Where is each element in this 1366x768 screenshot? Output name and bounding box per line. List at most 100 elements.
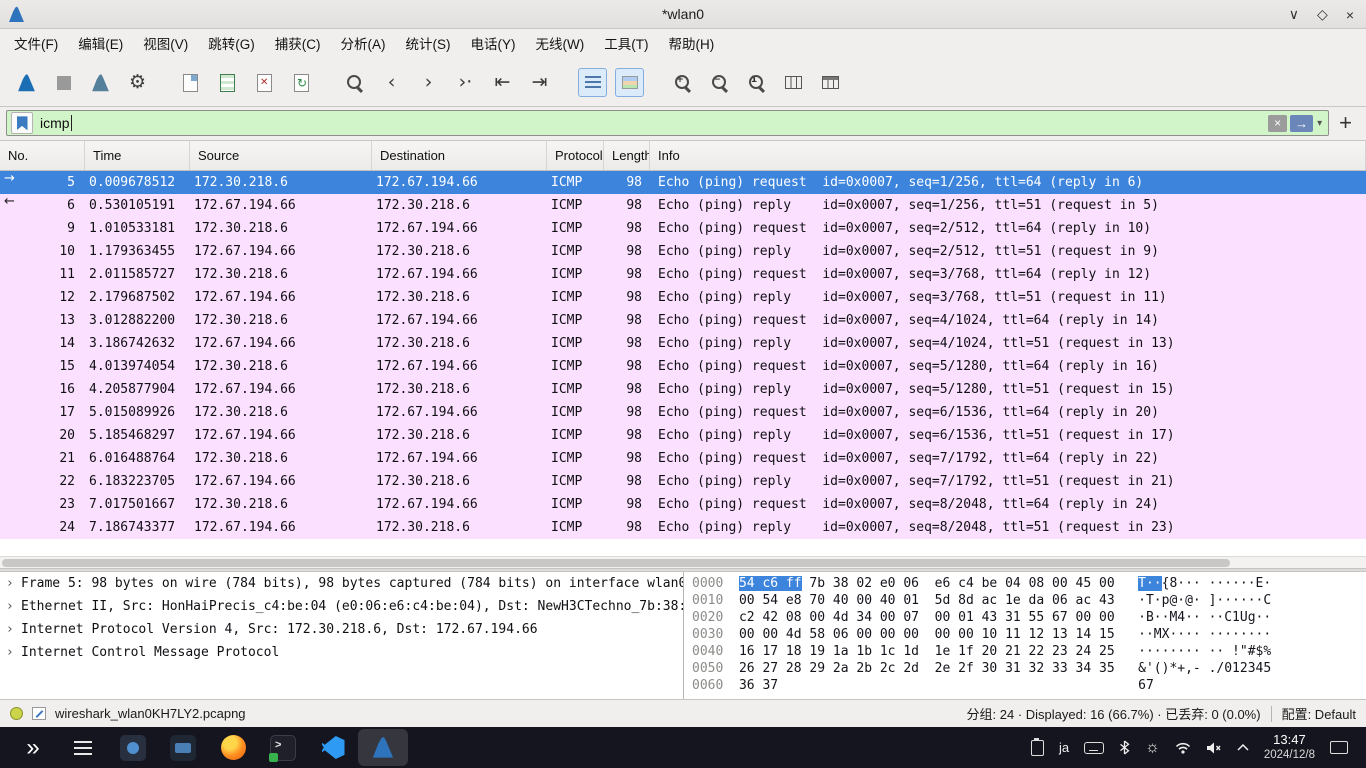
- zoom-reset-icon[interactable]: 1: [742, 68, 771, 97]
- scrollbar-thumb[interactable]: [2, 559, 1230, 567]
- close-button[interactable]: ×: [1346, 7, 1354, 23]
- detail-line[interactable]: ›Ethernet II, Src: HonHaiPrecis_c4:be:04…: [0, 599, 683, 622]
- packet-row[interactable]: 247.186743377172.67.194.66172.30.218.6IC…: [0, 516, 1366, 539]
- packet-row[interactable]: 133.012882200172.30.218.6172.67.194.66IC…: [0, 309, 1366, 332]
- packet-row[interactable]: 237.017501667172.30.218.6172.67.194.66IC…: [0, 493, 1366, 516]
- horizontal-scrollbar[interactable]: [0, 556, 1366, 568]
- go-back-icon[interactable]: ‹: [377, 68, 406, 97]
- wifi-icon[interactable]: [1175, 741, 1191, 754]
- resize-columns-icon[interactable]: [779, 68, 808, 97]
- zoom-out-icon[interactable]: −: [705, 68, 734, 97]
- packet-row[interactable]: 226.183223705172.67.194.66172.30.218.6IC…: [0, 470, 1366, 493]
- menu-telephony[interactable]: 电话(Y): [461, 29, 526, 60]
- start-capture-icon[interactable]: [12, 68, 41, 97]
- menu-edit[interactable]: 编辑(E): [68, 29, 133, 60]
- restart-capture-icon[interactable]: [86, 68, 115, 97]
- display-filter-input[interactable]: icmp × → ▾: [6, 110, 1329, 136]
- packet-row[interactable]: 205.185468297172.67.194.66172.30.218.6IC…: [0, 424, 1366, 447]
- filter-clear-icon[interactable]: ×: [1268, 115, 1287, 132]
- brightness-icon[interactable]: [1145, 739, 1160, 757]
- menu-analyze[interactable]: 分析(A): [331, 29, 396, 60]
- menu-wireless[interactable]: 无线(W): [526, 29, 595, 60]
- file-manager-button[interactable]: [158, 729, 208, 766]
- display-settings-icon[interactable]: [1330, 741, 1348, 754]
- hex-row[interactable]: 0040 16 17 18 19 1a 1b 1c 1d 1e 1f 20 21…: [692, 643, 1366, 660]
- packet-row[interactable]: 154.013974054172.30.218.6172.67.194.66IC…: [0, 355, 1366, 378]
- column-header-no[interactable]: No.: [0, 141, 85, 170]
- detail-line[interactable]: ›Internet Control Message Protocol: [0, 645, 683, 668]
- column-header-protocol[interactable]: Protocol: [547, 141, 604, 170]
- column-header-length[interactable]: Length: [604, 141, 650, 170]
- filter-dropdown-icon[interactable]: ▾: [1317, 118, 1322, 129]
- menu-go[interactable]: 跳转(G): [198, 29, 265, 60]
- close-file-icon[interactable]: [250, 68, 279, 97]
- save-file-icon[interactable]: [213, 68, 242, 97]
- window-list-button[interactable]: [58, 729, 108, 766]
- clipboard-tray-icon[interactable]: [1031, 740, 1044, 756]
- expand-arrow-icon[interactable]: ›: [4, 645, 16, 660]
- capture-comment-icon[interactable]: [32, 707, 46, 720]
- expand-arrow-icon[interactable]: ›: [4, 599, 16, 614]
- packet-row[interactable]: 216.016488764172.30.218.6172.67.194.66IC…: [0, 447, 1366, 470]
- hex-row[interactable]: 0030 00 00 4d 58 06 00 00 00 00 00 10 11…: [692, 626, 1366, 643]
- go-to-packet-icon[interactable]: ›·: [451, 68, 480, 97]
- column-header-destination[interactable]: Destination: [372, 141, 547, 170]
- filter-add-button[interactable]: +: [1339, 110, 1352, 136]
- hex-row[interactable]: 0050 26 27 28 29 2a 2b 2c 2d 2e 2f 30 31…: [692, 660, 1366, 677]
- packet-row[interactable]: 6←0.530105191172.67.194.66172.30.218.6IC…: [0, 194, 1366, 217]
- software-center-button[interactable]: [108, 729, 158, 766]
- column-header-source[interactable]: Source: [190, 141, 372, 170]
- bluetooth-icon[interactable]: [1119, 740, 1130, 755]
- packet-row[interactable]: 5→0.009678512172.30.218.6172.67.194.66IC…: [0, 171, 1366, 194]
- packet-row[interactable]: 122.179687502172.67.194.66172.30.218.6IC…: [0, 286, 1366, 309]
- wireshark-taskbar-button[interactable]: [358, 729, 408, 766]
- packet-row[interactable]: 164.205877904172.67.194.66172.30.218.6IC…: [0, 378, 1366, 401]
- filter-bookmark-icon[interactable]: [11, 112, 33, 134]
- volume-muted-icon[interactable]: [1206, 741, 1222, 755]
- colorize-icon[interactable]: [615, 68, 644, 97]
- expand-arrow-icon[interactable]: ›: [4, 622, 16, 637]
- filter-apply-icon[interactable]: →: [1290, 115, 1313, 132]
- packet-row[interactable]: 91.010533181172.30.218.6172.67.194.66ICM…: [0, 217, 1366, 240]
- hex-row[interactable]: 0020 c2 42 08 00 4d 34 00 07 00 01 43 31…: [692, 609, 1366, 626]
- packet-row[interactable]: 143.186742632172.67.194.66172.30.218.6IC…: [0, 332, 1366, 355]
- firefox-button[interactable]: [208, 729, 258, 766]
- capture-options-icon[interactable]: ⚙: [123, 68, 152, 97]
- packet-row[interactable]: 175.015089926172.30.218.6172.67.194.66IC…: [0, 401, 1366, 424]
- profile-label[interactable]: 配置: Default: [1282, 704, 1356, 723]
- menu-view[interactable]: 视图(V): [133, 29, 198, 60]
- zoom-in-icon[interactable]: +: [668, 68, 697, 97]
- vscode-button[interactable]: [308, 729, 358, 766]
- input-method-indicator[interactable]: ja: [1059, 740, 1069, 755]
- menu-capture[interactable]: 捕获(C): [265, 29, 331, 60]
- shade-button[interactable]: ∨: [1289, 6, 1299, 23]
- menu-tools[interactable]: 工具(T): [594, 29, 658, 60]
- open-file-icon[interactable]: [176, 68, 205, 97]
- menu-statistics[interactable]: 统计(S): [396, 29, 461, 60]
- clock[interactable]: 13:47 2024/12/8: [1264, 732, 1315, 763]
- hex-row[interactable]: 0000 54 c6 ff 7b 38 02 e0 06 e6 c4 be 04…: [692, 575, 1366, 592]
- go-forward-icon[interactable]: ›: [414, 68, 443, 97]
- detail-line[interactable]: ›Frame 5: 98 bytes on wire (784 bits), 9…: [0, 576, 683, 599]
- tray-expand-icon[interactable]: [1237, 744, 1249, 751]
- column-header-time[interactable]: Time: [85, 141, 190, 170]
- reload-file-icon[interactable]: [287, 68, 316, 97]
- menu-file[interactable]: 文件(F): [4, 29, 68, 60]
- column-header-info[interactable]: Info: [650, 141, 1366, 170]
- stop-capture-icon[interactable]: [49, 68, 78, 97]
- hex-row[interactable]: 0060 36 37 67: [692, 677, 1366, 694]
- expert-info-icon[interactable]: [10, 707, 23, 720]
- menu-help[interactable]: 帮助(H): [658, 29, 724, 60]
- app-menu-button[interactable]: [8, 729, 58, 766]
- maximize-button[interactable]: ◇: [1317, 6, 1328, 23]
- packet-row[interactable]: 112.011585727172.30.218.6172.67.194.66IC…: [0, 263, 1366, 286]
- packet-row[interactable]: 101.179363455172.67.194.66172.30.218.6IC…: [0, 240, 1366, 263]
- detail-line[interactable]: ›Internet Protocol Version 4, Src: 172.3…: [0, 622, 683, 645]
- first-packet-icon[interactable]: ⇤: [488, 68, 517, 97]
- terminal-button[interactable]: [258, 729, 308, 766]
- keyboard-tray-icon[interactable]: [1084, 742, 1104, 754]
- find-packet-icon[interactable]: [340, 68, 369, 97]
- hex-row[interactable]: 0010 00 54 e8 70 40 00 40 01 5d 8d ac 1e…: [692, 592, 1366, 609]
- last-packet-icon[interactable]: ⇥: [525, 68, 554, 97]
- auto-scroll-icon[interactable]: [578, 68, 607, 97]
